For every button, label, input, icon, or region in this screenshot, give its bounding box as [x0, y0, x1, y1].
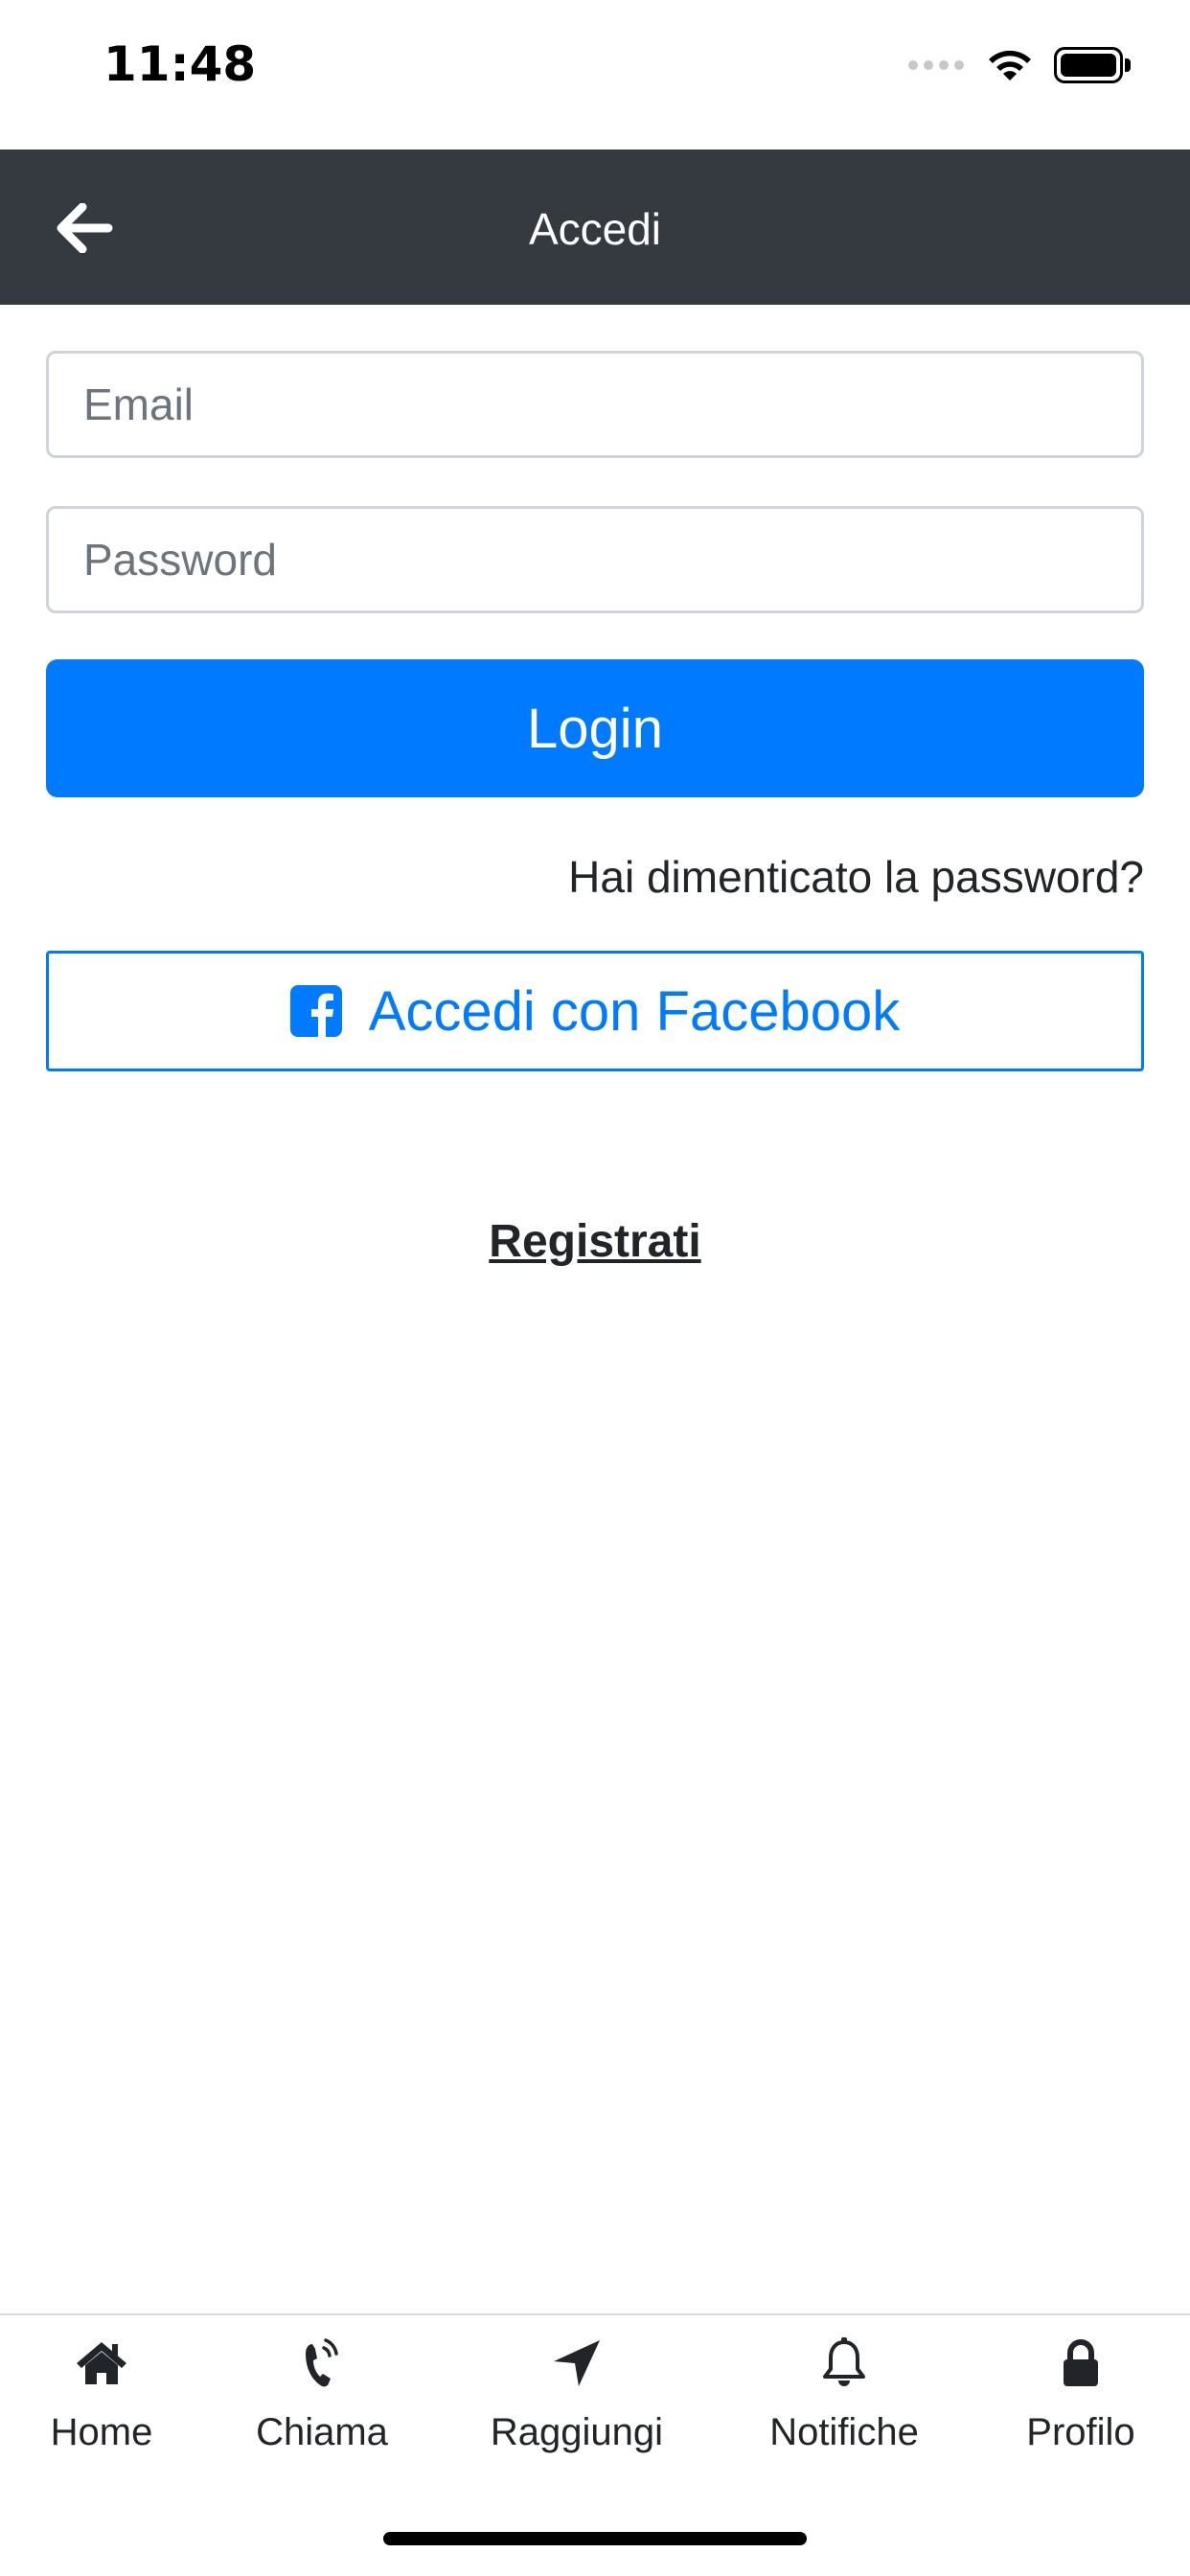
facebook-login-label: Accedi con Facebook — [368, 979, 901, 1043]
email-field[interactable] — [46, 351, 1144, 458]
page-title: Accedi — [528, 204, 662, 254]
battery-full-icon — [1054, 47, 1131, 83]
tab-call[interactable]: Chiama — [217, 2334, 427, 2454]
signal-dots-icon — [908, 60, 964, 70]
status-icons — [908, 44, 1131, 86]
location-arrow-icon — [554, 2340, 600, 2386]
tab-notifications[interactable]: Notifiche — [739, 2334, 950, 2454]
wifi-icon — [989, 50, 1031, 80]
tab-home[interactable]: Home — [0, 2334, 207, 2454]
tab-directions-label: Raggiungi — [490, 2411, 664, 2453]
status-time: 11:48 — [103, 36, 257, 92]
phone-icon — [306, 2338, 338, 2387]
login-form: Login Hai dimenticato la password? Acced… — [46, 351, 1144, 1268]
tab-notifications-label: Notifiche — [769, 2411, 919, 2453]
facebook-square-icon — [289, 985, 342, 1037]
status-bar: 11:48 — [0, 0, 1190, 150]
register-link[interactable]: Registrati — [46, 1215, 1144, 1268]
home-indicator — [383, 2532, 807, 2545]
lock-icon — [1064, 2339, 1098, 2386]
facebook-login-button[interactable]: Accedi con Facebook — [46, 951, 1144, 1071]
login-button[interactable]: Login — [46, 659, 1144, 797]
tab-profile-label: Profilo — [1026, 2411, 1135, 2453]
forgot-password-link[interactable]: Hai dimenticato la password? — [46, 851, 1144, 903]
home-icon — [77, 2342, 126, 2384]
tab-profile[interactable]: Profilo — [975, 2334, 1186, 2454]
bell-icon — [823, 2337, 865, 2386]
tab-home-label: Home — [50, 2411, 153, 2453]
tab-directions[interactable]: Raggiungi — [471, 2334, 682, 2454]
password-field[interactable] — [46, 506, 1144, 613]
tab-call-label: Chiama — [256, 2411, 388, 2453]
header-bar: Accedi — [0, 150, 1190, 305]
